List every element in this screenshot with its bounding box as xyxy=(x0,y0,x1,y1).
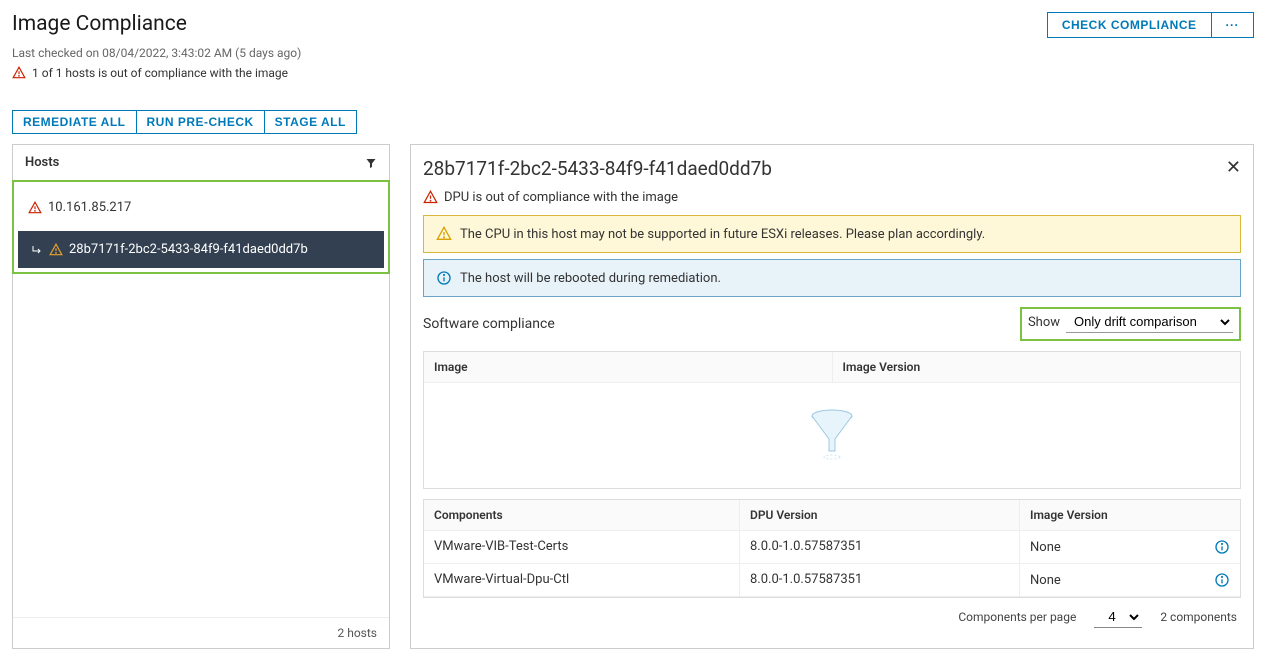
warning-icon xyxy=(28,201,42,215)
more-actions-button[interactable]: ··· xyxy=(1212,12,1255,38)
detail-title: 28b7171f-2bc2-5433-84f9-f41daed0dd7b xyxy=(423,157,1241,180)
host-row-dpu[interactable]: 28b7171f-2bc2-5433-84f9-f41daed0dd7b xyxy=(18,231,384,268)
show-label: Show xyxy=(1028,315,1060,330)
image-table: Image Image Version xyxy=(423,351,1241,489)
hosts-header-label: Hosts xyxy=(25,155,59,170)
stage-all-button[interactable]: STAGE ALL xyxy=(265,110,357,134)
software-compliance-title: Software compliance xyxy=(423,316,555,332)
detail-panel: ✕ 28b7171f-2bc2-5433-84f9-f41daed0dd7b D… xyxy=(410,144,1254,649)
image-version: None xyxy=(1030,573,1061,588)
detail-subtext: DPU is out of compliance with the image xyxy=(444,190,678,205)
close-icon[interactable]: ✕ xyxy=(1226,157,1241,178)
alert-text: The host will be rebooted during remedia… xyxy=(460,271,721,286)
warning-icon xyxy=(12,66,26,80)
child-arrow-icon xyxy=(31,244,43,256)
info-icon[interactable] xyxy=(1214,572,1230,588)
col-dpu-version: DPU Version xyxy=(740,500,1020,530)
hosts-count: 2 hosts xyxy=(13,617,389,648)
table-row: VMware-VIB-Test-Certs 8.0.0-1.0.57587351… xyxy=(424,531,1240,564)
table-row: VMware-Virtual-Dpu-Ctl 8.0.0-1.0.5758735… xyxy=(424,564,1240,597)
host-row[interactable]: 10.161.85.217 xyxy=(20,190,382,225)
warning-icon xyxy=(423,190,438,205)
per-page-select[interactable]: 4 xyxy=(1094,606,1142,628)
hosts-panel: Hosts 10.161.85.217 28b7171f-2bc2-5433-8… xyxy=(12,144,390,649)
compliance-summary: 1 of 1 hosts is out of compliance with t… xyxy=(32,66,288,80)
host-label: 28b7171f-2bc2-5433-84f9-f41daed0dd7b xyxy=(69,242,308,257)
info-icon[interactable] xyxy=(1214,539,1230,555)
cpu-warning-alert: The CPU in this host may not be supporte… xyxy=(423,215,1241,253)
remediate-all-button[interactable]: REMEDIATE ALL xyxy=(12,110,137,134)
filter-icon[interactable] xyxy=(365,157,377,169)
components-table: Components DPU Version Image Version VMw… xyxy=(423,499,1241,598)
alert-text: The CPU in this host may not be supporte… xyxy=(460,227,985,242)
funnel-icon xyxy=(810,409,854,463)
components-total: 2 components xyxy=(1160,610,1237,624)
run-precheck-button[interactable]: RUN PRE-CHECK xyxy=(137,110,265,134)
info-icon xyxy=(436,270,452,286)
reboot-info-alert: The host will be rebooted during remedia… xyxy=(423,259,1241,297)
dpu-version: 8.0.0-1.0.57587351 xyxy=(740,531,1020,563)
page-title: Image Compliance xyxy=(12,12,301,36)
host-label: 10.161.85.217 xyxy=(48,200,131,215)
image-version: None xyxy=(1030,540,1061,555)
component-name: VMware-Virtual-Dpu-Ctl xyxy=(424,564,740,596)
component-name: VMware-VIB-Test-Certs xyxy=(424,531,740,563)
warning-icon xyxy=(49,243,63,257)
col-components: Components xyxy=(424,500,740,530)
col-image: Image xyxy=(424,352,833,382)
check-compliance-button[interactable]: CHECK COMPLIANCE xyxy=(1047,12,1212,38)
dpu-version: 8.0.0-1.0.57587351 xyxy=(740,564,1020,596)
last-checked-text: Last checked on 08/04/2022, 3:43:02 AM (… xyxy=(12,46,301,60)
col-image-version: Image Version xyxy=(833,352,1241,382)
col-image-version: Image Version xyxy=(1020,500,1240,530)
warning-icon xyxy=(436,226,452,242)
per-page-label: Components per page xyxy=(958,610,1076,624)
show-filter-select[interactable]: Only drift comparison xyxy=(1066,311,1233,333)
